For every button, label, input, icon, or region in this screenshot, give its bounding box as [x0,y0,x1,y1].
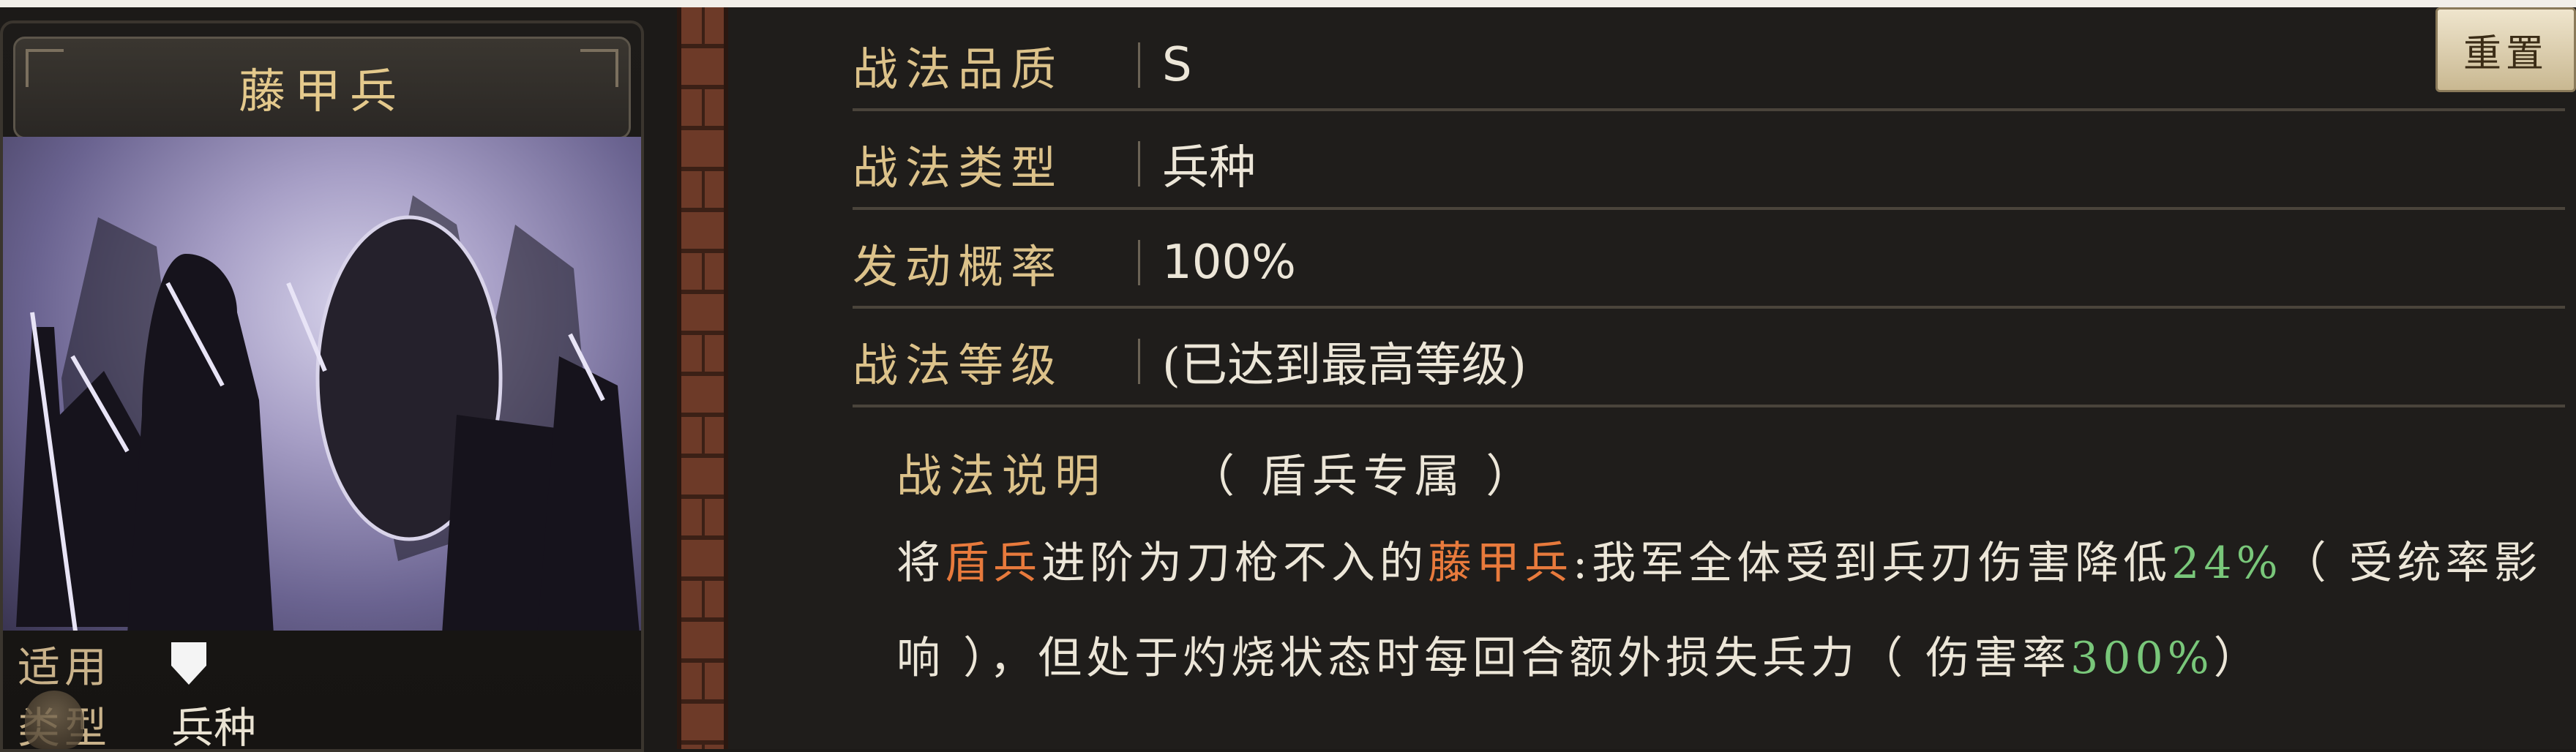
description-label: 战法说明 [896,449,1108,503]
reset-button[interactable]: 重置 [2435,7,2576,92]
helmet-icon [25,691,83,749]
desc-text: 将 [896,538,945,589]
exclusive-tag: （ 盾兵专属 ） [1189,449,1538,503]
troop-card[interactable]: 藤甲兵 适用 兵种 [0,20,644,752]
quality-value: S [1162,38,1192,92]
shield-icon [171,642,206,685]
chance-value: 100% [1162,236,1296,290]
card-title-frame: 藤甲兵 [13,37,631,139]
desc-text: 进阶为刀枪不入的 [1041,538,1428,589]
damage-rate-value: 300% [2070,633,2214,684]
top-strip [0,0,2576,7]
type-label: 战法类型 [853,141,1064,195]
desc-text: :我军全体受到兵刃伤害降低 [1573,538,2172,589]
shield-troop-highlight: 盾兵 [945,538,1041,589]
rattan-troop-highlight: 藤甲兵 [1428,538,1573,589]
separator [1138,42,1140,88]
apply-label: 适用 [18,642,112,692]
row-level: 战法等级 (已达到最高等级) [853,318,2565,407]
description-header: 战法说明 （ 盾兵专属 ） [896,439,1537,505]
reduction-value: 24% [2171,538,2283,589]
level-value: (已达到最高等级) [1162,339,1527,393]
separator [1138,339,1140,384]
row-type: 战法类型 兵种 [853,121,2565,210]
attr-type-row: 类型 兵种 [18,691,257,752]
soldiers-illustration [16,195,640,631]
quality-label: 战法品质 [853,42,1064,96]
separator [1138,141,1140,187]
type-value: 兵种 [171,703,257,752]
skill-description: 将盾兵进阶为刀枪不入的藤甲兵:我军全体受到兵刃伤害降低24%（ 受统率影响 ），… [896,516,2550,706]
row-chance: 发动概率 100% [853,219,2565,309]
brick-divider [677,7,728,749]
chance-label: 发动概率 [853,240,1064,293]
type-value: 兵种 [1162,141,1256,195]
card-art [3,137,641,631]
row-quality: 战法品质 S [853,22,2565,111]
separator [1138,240,1140,285]
attr-apply-row: 适用 [18,634,206,693]
desc-text: ） [2213,633,2262,684]
card-name: 藤甲兵 [239,65,405,119]
level-label: 战法等级 [853,339,1064,392]
